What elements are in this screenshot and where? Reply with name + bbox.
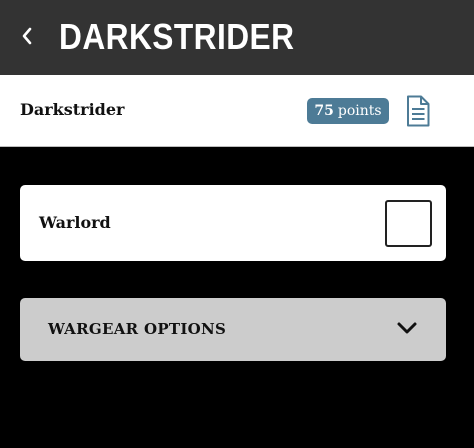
back-button[interactable]: [14, 22, 40, 50]
warlord-checkbox[interactable]: [385, 200, 432, 247]
warlord-option-card: Warlord: [20, 185, 446, 261]
document-icon: [407, 95, 430, 127]
points-badge: 75 points: [307, 98, 389, 124]
chevron-down-icon: [397, 322, 417, 334]
chevron-left-icon: [22, 27, 32, 45]
warlord-label: Warlord: [39, 213, 111, 232]
unit-summary-bar: Darkstrider 75 points: [0, 75, 474, 147]
points-value: 75: [314, 103, 334, 119]
points-unit: points: [337, 103, 382, 119]
app-header: DARKSTRIDER: [0, 0, 474, 75]
wargear-options-label: WARGEAR OPTIONS: [48, 320, 227, 338]
datasheet-button[interactable]: [406, 95, 430, 127]
page-title: DARKSTRIDER: [59, 16, 295, 57]
wargear-options-panel[interactable]: WARGEAR OPTIONS: [20, 298, 446, 361]
unit-name: Darkstrider: [20, 100, 125, 119]
